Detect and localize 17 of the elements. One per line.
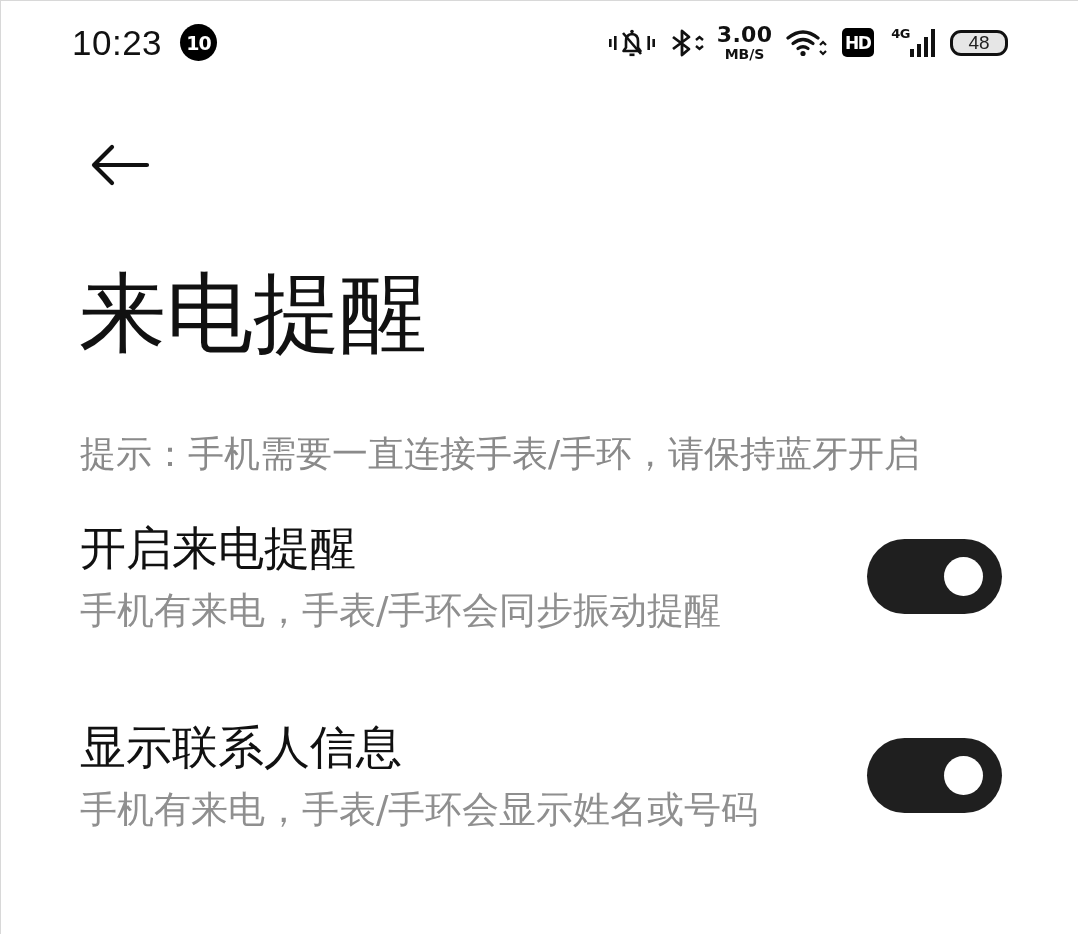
wifi-icon — [786, 28, 829, 57]
setting-title: 显示联系人信息 — [80, 719, 403, 776]
setting-description: 手机有来电，手表/手环会同步振动提醒 — [80, 588, 723, 634]
battery-indicator: 48 — [950, 29, 1008, 56]
setting-description: 手机有来电，手表/手环会显示姓名或号码 — [80, 787, 760, 833]
setting-title: 开启来电提醒 — [80, 520, 357, 577]
signal-bars-icon — [910, 28, 936, 57]
muted-bell-icon — [608, 28, 655, 57]
hd-indicator: HD — [842, 28, 875, 57]
network-type-label: 4G — [891, 26, 910, 40]
notification-count-badge: 10 — [180, 24, 218, 61]
hint-text: 提示：手机需要一直连接手表/手环，请保持蓝牙开启 — [80, 432, 922, 476]
net-speed-unit: MB/S — [724, 47, 765, 61]
status-time: 10:23 — [72, 22, 163, 63]
back-arrow-icon — [90, 144, 150, 186]
net-speed-value: 3.00 — [716, 24, 773, 46]
page-title: 来电提醒 — [79, 263, 428, 363]
